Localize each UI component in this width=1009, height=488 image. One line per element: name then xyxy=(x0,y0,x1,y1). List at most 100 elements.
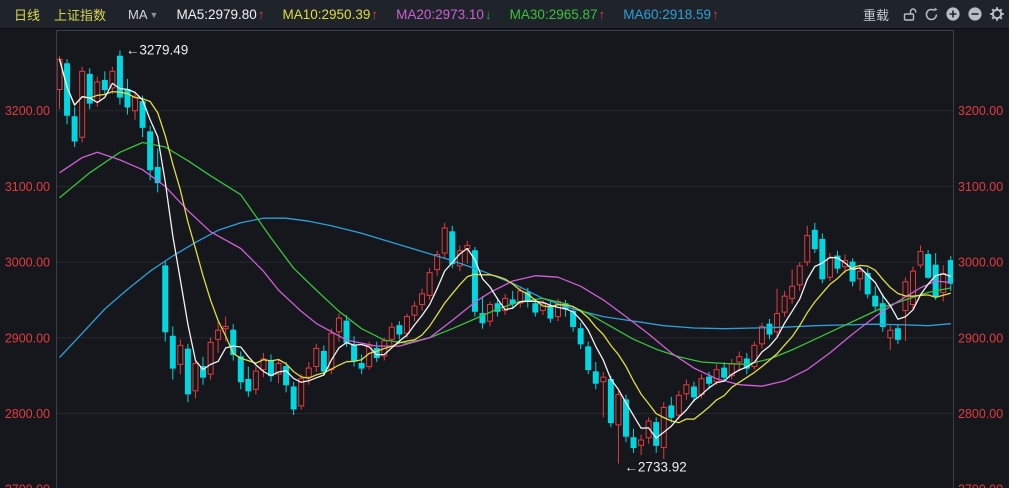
y-axis-label-left: 3100.00 xyxy=(5,180,50,194)
candle-body xyxy=(306,368,311,377)
candle-body xyxy=(117,56,122,97)
y-axis-label-right: 2700.00 xyxy=(958,483,1003,488)
candle-body xyxy=(170,336,175,368)
up-arrow-icon: ↑ xyxy=(371,7,378,22)
candle-body xyxy=(858,271,863,279)
candle-body xyxy=(246,379,251,390)
toolbar: 日线 上证指数 MA▼ MA5:2979.80↑MA10:2950.39↑MA2… xyxy=(0,0,1009,29)
candle-body xyxy=(125,90,130,107)
candle-body xyxy=(586,347,591,370)
candle-body xyxy=(102,80,107,89)
candle-body xyxy=(676,395,681,415)
candle-body xyxy=(631,438,636,448)
candle-body xyxy=(238,357,243,382)
candle-body xyxy=(284,367,289,385)
candle-body xyxy=(95,82,100,102)
candle-body xyxy=(782,296,787,312)
y-axis-label-right: 2900.00 xyxy=(958,331,1003,345)
zoom-in-icon[interactable] xyxy=(943,4,963,24)
chevron-down-icon: ▼ xyxy=(150,10,159,20)
candle-body xyxy=(722,368,727,377)
candle-body xyxy=(654,423,659,446)
stock-chart-app: 日线 上证指数 MA▼ MA5:2979.80↑MA10:2950.39↑MA2… xyxy=(0,0,1009,488)
toolbar-right: 重载 xyxy=(863,4,1009,24)
y-axis-label-right: 3200.00 xyxy=(958,104,1003,118)
ma-line-ma30 xyxy=(60,143,951,365)
tab-symbol[interactable]: 上证指数 xyxy=(54,5,106,24)
candle-body xyxy=(65,64,70,115)
y-axis-label-left: 3000.00 xyxy=(5,256,50,270)
ma-value-ma20: MA20:2973.10↓ xyxy=(396,7,492,22)
candlestick-chart[interactable]: 3200.00 3200.00 3100.00 3100.00 3000.00 3000.… xyxy=(0,29,1009,488)
candle-body xyxy=(420,294,425,305)
price-annotation: ←3279.49 xyxy=(126,43,188,58)
ma-dropdown-label: MA xyxy=(128,7,148,22)
candle-body xyxy=(178,345,183,364)
candle-body xyxy=(608,379,613,422)
candle-body xyxy=(72,117,77,141)
y-axis-label-right: 3100.00 xyxy=(958,180,1003,194)
candle-body xyxy=(352,345,357,360)
candle-body xyxy=(533,304,538,312)
up-arrow-icon: ↑ xyxy=(712,7,719,22)
reload-button[interactable]: 重载 xyxy=(863,5,889,24)
candle-body xyxy=(684,385,689,394)
candle-body xyxy=(759,326,764,343)
candle-body xyxy=(133,97,138,111)
up-arrow-icon: ↑ xyxy=(599,7,606,22)
candle-body xyxy=(790,286,795,298)
ma-value-ma30: MA30:2965.87↑ xyxy=(510,7,606,22)
candle-body xyxy=(707,377,712,383)
candle-body xyxy=(888,330,893,338)
candle-body xyxy=(714,370,719,382)
ma-dropdown[interactable]: MA▼ xyxy=(128,7,158,22)
candle-body xyxy=(223,326,228,328)
candle-body xyxy=(775,314,780,332)
unlock-icon[interactable] xyxy=(899,4,919,24)
candle-body xyxy=(314,348,319,366)
y-axis-label-left: 3200.00 xyxy=(5,104,50,118)
candle-body xyxy=(268,361,273,376)
candle-body xyxy=(359,364,364,369)
up-arrow-icon: ↑ xyxy=(258,7,265,22)
price-annotation: ←2733.92 xyxy=(624,460,686,475)
candle-body xyxy=(737,357,742,362)
zoom-out-icon[interactable] xyxy=(965,4,985,24)
candle-body xyxy=(412,306,417,315)
candle-body xyxy=(639,440,644,445)
candle-body xyxy=(548,306,553,318)
candles-layer xyxy=(57,51,953,464)
candle-body xyxy=(185,349,190,394)
down-arrow-icon: ↓ xyxy=(485,7,492,22)
candle-body xyxy=(427,273,432,296)
candle-body xyxy=(926,255,931,278)
candle-body xyxy=(873,296,878,306)
candle-body xyxy=(148,132,153,170)
candle-body xyxy=(208,342,213,374)
candle-body xyxy=(918,252,923,266)
refresh-icon[interactable] xyxy=(921,4,941,24)
settings-icon[interactable] xyxy=(987,4,1007,24)
candle-body xyxy=(397,326,402,334)
candle-body xyxy=(805,236,810,262)
candle-body xyxy=(389,327,394,339)
candle-body xyxy=(450,232,455,264)
candle-body xyxy=(797,266,802,285)
candle-body xyxy=(193,364,198,391)
candle-body xyxy=(895,329,900,340)
candle-body xyxy=(578,329,583,344)
ma-values-readout: MA5:2979.80↑MA10:2950.39↑MA20:2973.10↓MA… xyxy=(176,7,736,22)
candle-body xyxy=(321,351,326,371)
y-axis-label-right: 3000.00 xyxy=(958,256,1003,270)
candle-body xyxy=(336,318,341,332)
candle-body xyxy=(616,395,621,425)
y-axis-label-left: 2700.00 xyxy=(5,483,50,488)
candle-body xyxy=(80,71,85,137)
ma-value-ma60: MA60:2918.59↑ xyxy=(623,7,719,22)
tab-period-daily[interactable]: 日线 xyxy=(14,5,40,24)
candle-body xyxy=(661,407,666,447)
candle-body xyxy=(948,261,953,284)
candle-body xyxy=(163,266,168,332)
candle-body xyxy=(767,324,772,334)
candle-body xyxy=(442,228,447,253)
